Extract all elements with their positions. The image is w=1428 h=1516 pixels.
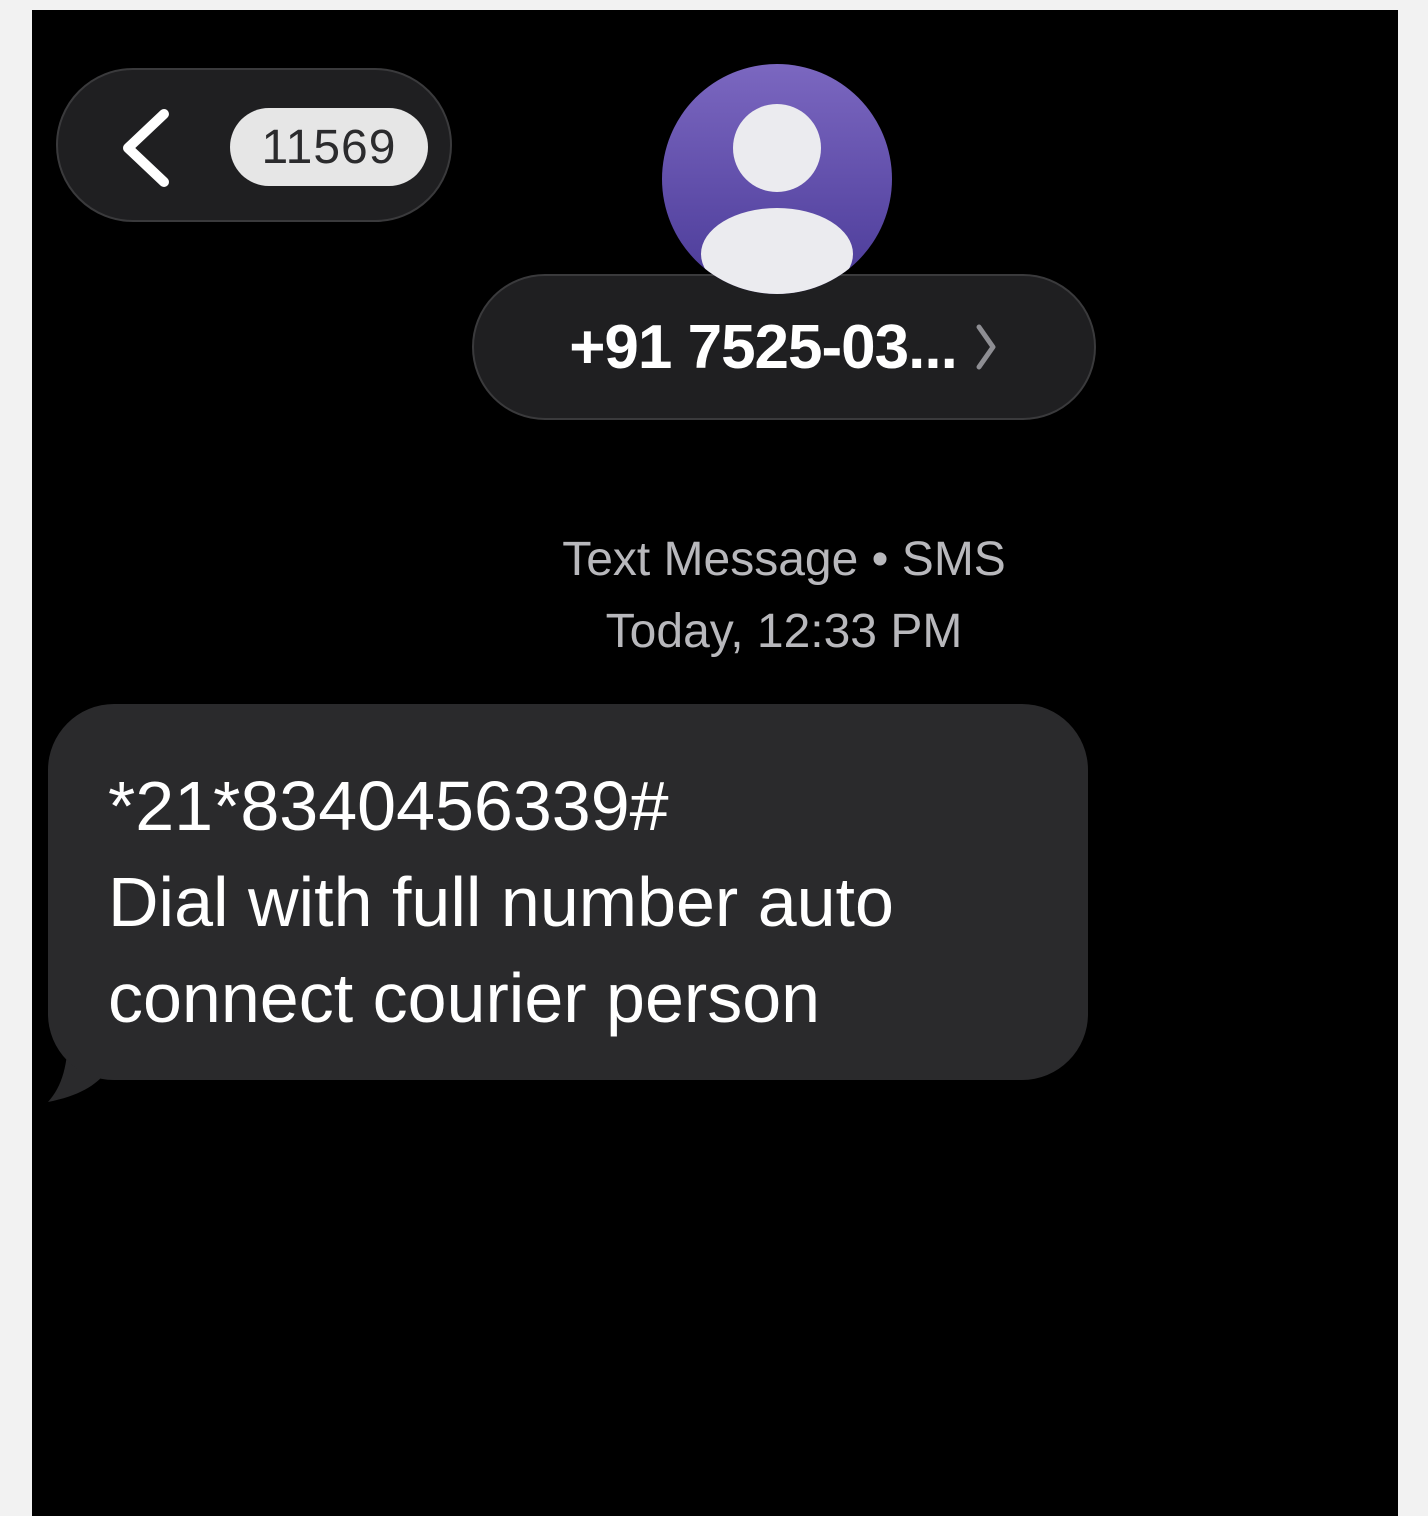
- chevron-left-icon: [123, 109, 169, 187]
- contact-name: +91 7525-03...: [569, 312, 958, 382]
- contact-details-button[interactable]: +91 7525-03...: [472, 274, 1096, 420]
- messages-screen: 11569 +91 7525-03... Text Message • SMS …: [32, 10, 1398, 1516]
- incoming-message-bubble[interactable]: *21*8340456339# Dial with full number au…: [48, 704, 1088, 1080]
- message-timestamp: Today, 12:33 PM: [605, 605, 963, 658]
- message-line: Dial with full number auto: [108, 863, 894, 941]
- person-icon: [701, 104, 853, 294]
- back-button[interactable]: 11569: [56, 68, 452, 222]
- message-line: *21*8340456339#: [108, 767, 669, 845]
- chevron-right-icon: [976, 324, 996, 370]
- contact-avatar[interactable]: [662, 64, 892, 294]
- unread-count-badge: 11569: [230, 108, 428, 186]
- message-line: connect courier person: [108, 959, 821, 1037]
- message-channel-label: Text Message • SMS: [562, 533, 1006, 586]
- conversation-meta: Text Message • SMS Today, 12:33 PM: [472, 524, 1096, 668]
